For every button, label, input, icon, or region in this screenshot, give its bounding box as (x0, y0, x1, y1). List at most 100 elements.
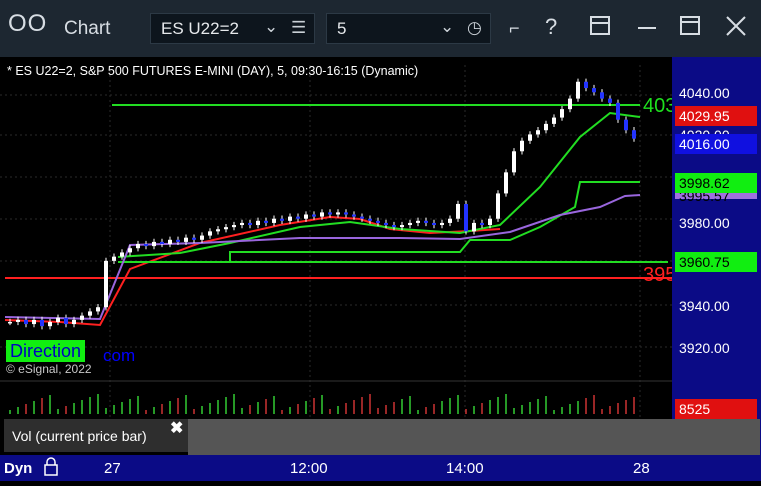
candle-body (88, 311, 92, 316)
candle-body (504, 172, 508, 194)
price-tick: 3940.00 (679, 298, 730, 314)
candle-body (608, 98, 612, 103)
candle-body (16, 319, 20, 322)
candle-body (112, 256, 116, 261)
candle-body (248, 222, 252, 226)
copyright: © eSignal, 2022 (6, 362, 92, 376)
candle-body (536, 130, 540, 135)
candle-body (464, 203, 468, 232)
candle-body (160, 241, 164, 244)
price-box-blue: 4016.00 (675, 134, 757, 154)
interval-input[interactable]: 5 ⌄ ◷ (326, 13, 491, 44)
candle-body (456, 203, 460, 219)
list-icon[interactable]: ☰ (291, 18, 306, 38)
price-tick: 3920.00 (679, 340, 730, 356)
price-box-red: 4029.95 (675, 106, 757, 126)
symbol-value: ES U22=2 (161, 19, 239, 38)
candle-body (80, 315, 84, 320)
close-icon[interactable] (724, 14, 748, 43)
candle-body (208, 231, 212, 236)
red-ma-line (4, 215, 501, 327)
chevron-down-icon[interactable]: ⌄ (264, 17, 278, 37)
volume-value-box: 8525 (675, 399, 757, 419)
candle-body (480, 222, 484, 226)
time-label: 27 (104, 460, 121, 477)
price-tick: 3980.00 (679, 215, 730, 231)
chart-info: * ES U22=2, S&P 500 FUTURES E-MINI (DAY)… (7, 64, 419, 78)
chevron-down-icon[interactable]: ⌄ (440, 17, 454, 37)
close-icon[interactable]: ✖ (170, 418, 183, 438)
volume-panel-title: Vol (current price bar) (12, 428, 147, 444)
candle-body (328, 212, 332, 215)
candle-body (96, 307, 100, 312)
candle-body (296, 216, 300, 219)
candle-body (432, 222, 436, 226)
candle-body (216, 229, 220, 232)
time-axis[interactable]: Dyn 27 12:00 14:00 28 (0, 455, 761, 481)
candle-body (64, 317, 68, 325)
candle-body (600, 92, 604, 99)
clock-icon[interactable]: ◷ (467, 18, 482, 38)
layout-icon[interactable] (589, 14, 613, 43)
price-box-green-support: 3960.75 (675, 252, 757, 272)
candle-body (184, 237, 188, 242)
candle-body (48, 321, 52, 327)
candle-body (568, 98, 572, 110)
candle-body (32, 319, 36, 325)
candle-body (616, 102, 620, 120)
candle-body (176, 239, 180, 242)
candle-body (344, 212, 348, 215)
candle-body (368, 218, 372, 221)
candle-body (320, 212, 324, 217)
candle-body (224, 227, 228, 230)
candle-body (8, 321, 12, 324)
candle-body (272, 218, 276, 223)
app-logo: OO (8, 10, 48, 37)
candle-body (168, 239, 172, 244)
price-box-green: 3998.62 (675, 173, 757, 193)
volume-panel-label: Vol (current price bar) ✖ (4, 419, 188, 452)
title-bar: OO Chart ES U22=2 ⌄ ☰ 5 ⌄ ◷ ⌐ ? (0, 0, 761, 57)
candle-body (312, 214, 316, 217)
time-label: 28 (633, 460, 650, 477)
candle-body (552, 117, 556, 124)
candle-body (488, 218, 492, 226)
candle-body (392, 225, 396, 228)
price-tick: 4040.00 (679, 85, 730, 101)
volume-panel-bg (188, 419, 760, 455)
candle-body (144, 244, 148, 247)
time-label: 14:00 (446, 460, 484, 477)
candle-body (264, 220, 268, 223)
candle-body (24, 319, 28, 325)
direction-overlay: Direction (6, 340, 86, 362)
com-overlay: com (103, 346, 136, 365)
volume-bars-group (9, 394, 635, 414)
help-icon[interactable]: ? (545, 14, 557, 40)
lock-icon[interactable] (43, 457, 59, 481)
candle-body (352, 214, 356, 217)
minimize-icon[interactable] (636, 14, 658, 43)
candle-body (624, 119, 628, 131)
candle-body (40, 319, 44, 327)
candle-body (72, 319, 76, 325)
candle-body (544, 123, 548, 131)
candle-body (472, 222, 476, 232)
candle-body (440, 222, 444, 226)
maximize-icon[interactable] (679, 14, 703, 43)
candle-body (152, 241, 156, 247)
candle-body (384, 222, 388, 226)
candle-body (232, 225, 236, 228)
candle-body (280, 218, 284, 221)
candle-body (448, 218, 452, 223)
candle-body (520, 140, 524, 152)
candle-body (512, 151, 516, 173)
candle-body (424, 220, 428, 223)
dynamic-label[interactable]: Dyn (4, 460, 32, 477)
candle-body (136, 244, 140, 249)
candle-body (632, 130, 636, 139)
candle-body (496, 193, 500, 219)
candle-body (104, 260, 108, 308)
symbol-input[interactable]: ES U22=2 ⌄ ☰ (150, 13, 315, 44)
candle-body (240, 222, 244, 226)
draw-tool-icon[interactable]: ⌐ (509, 18, 520, 39)
